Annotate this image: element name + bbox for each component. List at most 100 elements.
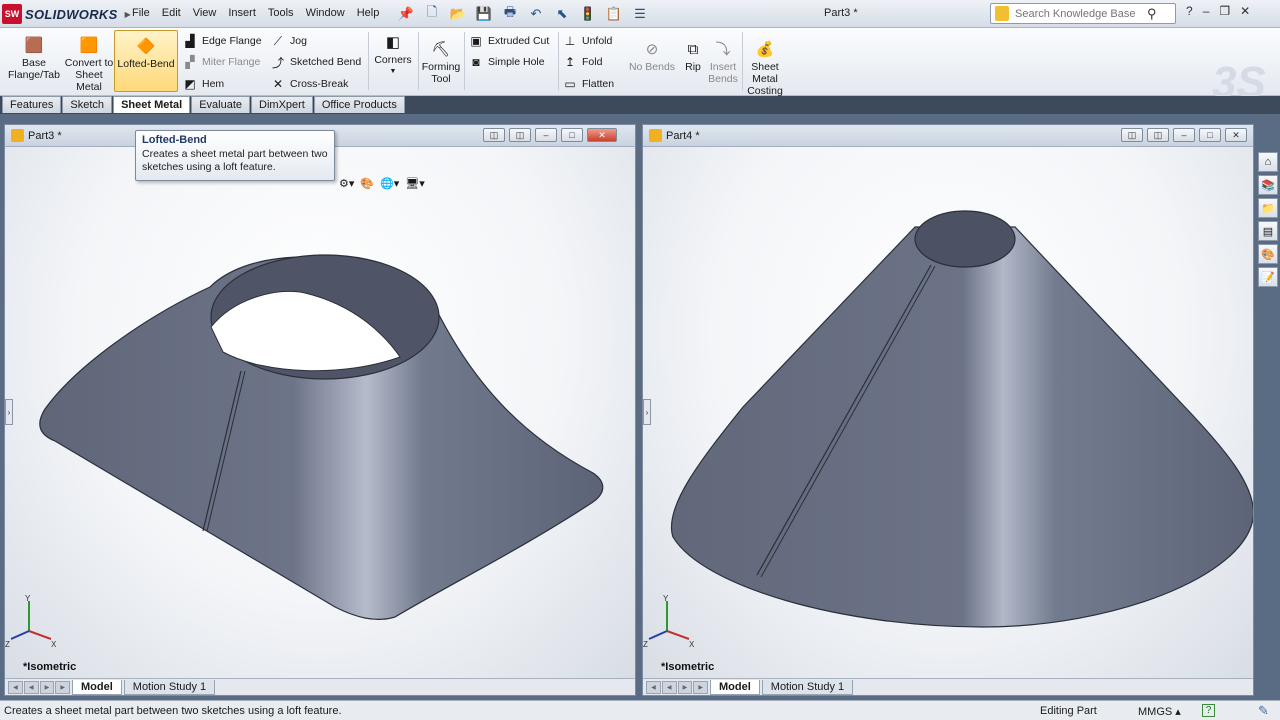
- home-icon[interactable]: ⌂: [1258, 152, 1278, 172]
- file-properties-icon[interactable]: 📋: [604, 4, 624, 24]
- file-explorer-icon[interactable]: 📁: [1258, 198, 1278, 218]
- print-icon[interactable]: 🖶: [500, 4, 520, 24]
- svg-text:Z: Z: [5, 640, 10, 649]
- tab-navigation[interactable]: ◀ ◀ ▶ ▶: [646, 680, 708, 694]
- panel-handle-icon[interactable]: ›: [643, 399, 651, 425]
- tile-left-icon[interactable]: ◫: [483, 128, 505, 142]
- insert-bends-button[interactable]: ⤵ Insert Bends: [706, 40, 740, 85]
- status-tool-icon[interactable]: ✎: [1258, 703, 1269, 719]
- graphics-area[interactable]: Y X Z *Isometric: [643, 147, 1253, 679]
- simple-hole-button[interactable]: ◙ Simple Hole: [468, 54, 544, 70]
- traffic-light-icon[interactable]: 🚦: [578, 4, 598, 24]
- sketched-bend-button[interactable]: ⤴ Sketched Bend: [270, 54, 361, 70]
- rip-button[interactable]: ⧉ Rip: [680, 40, 706, 73]
- scene-icon[interactable]: 🌐▾: [380, 177, 399, 190]
- insert-bends-icon: ⤵: [715, 41, 731, 58]
- menu-edit[interactable]: Edit: [156, 5, 187, 21]
- menu-window[interactable]: Window: [300, 5, 351, 21]
- lofted-bend-button[interactable]: 🔶 Lofted-Bend: [114, 30, 178, 92]
- fold-button[interactable]: ↥ Fold: [562, 54, 602, 70]
- no-bends-button[interactable]: ⊘ No Bends: [628, 40, 676, 73]
- viewport-part3[interactable]: Part3 * ◫ ◫ – □ ✕ ⚙▾ 🎨 🌐▾ 🖥▾ Y X Z *Isom…: [4, 124, 636, 696]
- cone-top-opening: [914, 210, 1016, 268]
- hem-button[interactable]: ◩ Hem: [182, 76, 224, 92]
- pin-icon[interactable]: 📌: [396, 4, 416, 24]
- viewport-controls: ◫ ◫ – □ ✕: [483, 128, 617, 142]
- tab-office-products[interactable]: Office Products: [313, 96, 405, 113]
- tile-right-icon[interactable]: ◫: [1147, 128, 1169, 142]
- tab-sheet-metal[interactable]: Sheet Metal: [113, 96, 191, 113]
- forming-tool-button[interactable]: ⛏ Forming Tool: [420, 40, 462, 85]
- menu-view[interactable]: View: [187, 5, 223, 21]
- tab-model[interactable]: Model: [72, 679, 122, 695]
- view-palette-icon[interactable]: ▤: [1258, 221, 1278, 241]
- search-input[interactable]: [1015, 7, 1145, 20]
- minimize-icon[interactable]: –: [1203, 4, 1210, 18]
- jog-button[interactable]: ⟋ Jog: [270, 33, 307, 49]
- sheet-metal-costing-button[interactable]: 💰 Sheet Metal Costing: [746, 40, 784, 97]
- tile-right-icon[interactable]: ◫: [509, 128, 531, 142]
- close-icon[interactable]: ✕: [587, 128, 617, 142]
- view-settings-icon[interactable]: ⚙▾: [339, 177, 354, 190]
- edge-flange-icon: ▟: [185, 34, 195, 48]
- units-selector[interactable]: MMGS ▴: [1138, 705, 1181, 718]
- window-controls: ? – ❐ ✕: [1186, 4, 1250, 18]
- jog-icon: ⟋: [273, 33, 283, 48]
- tab-motion-study[interactable]: Motion Study 1: [123, 679, 216, 695]
- flatten-button[interactable]: ▭ Flatten: [562, 76, 614, 92]
- unfold-button[interactable]: ⊥ Unfold: [562, 33, 613, 49]
- base-flange-button[interactable]: 🟫 Base Flange/Tab: [6, 36, 62, 81]
- insert-bends-label: Insert Bends: [708, 61, 738, 85]
- menu-file[interactable]: File: [126, 5, 156, 21]
- design-library-icon[interactable]: 📚: [1258, 175, 1278, 195]
- menu-help[interactable]: Help: [351, 5, 386, 21]
- menu-insert[interactable]: Insert: [222, 5, 262, 21]
- quick-help-icon[interactable]: ?: [1202, 704, 1215, 717]
- undo-icon[interactable]: ↶: [526, 4, 546, 24]
- panel-handle-icon[interactable]: ›: [5, 399, 13, 425]
- minimize-icon[interactable]: –: [1173, 128, 1195, 142]
- maximize-icon[interactable]: □: [1199, 128, 1221, 142]
- corners-button[interactable]: ◧ Corners ▼: [372, 33, 414, 78]
- solidworks-logo[interactable]: SW SOLIDWORKS ▶: [2, 3, 131, 25]
- restore-icon[interactable]: ❐: [1219, 4, 1230, 18]
- tab-evaluate[interactable]: Evaluate: [191, 96, 251, 113]
- miter-flange-label: Miter Flange: [202, 56, 261, 68]
- select-icon[interactable]: ⬉: [552, 4, 572, 24]
- menu-bar: File Edit View Insert Tools Window Help: [126, 5, 385, 21]
- tab-dimxpert[interactable]: DimXpert: [251, 96, 313, 113]
- cross-break-button[interactable]: ✕ Cross-Break: [270, 76, 348, 92]
- appearance-icon[interactable]: 🎨: [360, 177, 374, 190]
- extruded-cut-icon: ▣: [470, 34, 482, 48]
- open-icon[interactable]: 📂: [448, 4, 468, 24]
- options-icon[interactable]: ☰: [630, 4, 650, 24]
- tab-model[interactable]: Model: [710, 679, 760, 695]
- new-document-icon[interactable]: 🗋: [422, 4, 442, 24]
- maximize-icon[interactable]: □: [561, 128, 583, 142]
- edge-flange-button[interactable]: ▟ Edge Flange: [182, 33, 261, 49]
- extruded-cut-button[interactable]: ▣ Extruded Cut: [468, 33, 549, 49]
- search-icon[interactable]: ⚲: [1147, 6, 1157, 22]
- tab-navigation[interactable]: ◀ ◀ ▶ ▶: [8, 680, 70, 694]
- help-icon[interactable]: ?: [1186, 4, 1193, 18]
- miter-flange-button[interactable]: ▞ Miter Flange: [182, 54, 260, 70]
- appearances-icon[interactable]: 🎨: [1258, 244, 1278, 264]
- display-icon[interactable]: 🖥▾: [405, 177, 425, 190]
- tab-features[interactable]: Features: [2, 96, 62, 113]
- save-icon[interactable]: 💾: [474, 4, 494, 24]
- minimize-icon[interactable]: –: [535, 128, 557, 142]
- graphics-area[interactable]: ⚙▾ 🎨 🌐▾ 🖥▾ Y X Z *Isometric: [5, 147, 635, 679]
- tab-motion-study[interactable]: Motion Study 1: [761, 679, 854, 695]
- close-icon[interactable]: ✕: [1240, 4, 1250, 18]
- tab-sketch[interactable]: Sketch: [62, 96, 113, 113]
- convert-sheet-metal-button[interactable]: 🟧 Convert to Sheet Metal: [64, 36, 114, 93]
- ribbon-separator: [742, 32, 743, 90]
- tile-left-icon[interactable]: ◫: [1121, 128, 1143, 142]
- corners-dropdown-icon[interactable]: ▼: [390, 66, 397, 78]
- custom-properties-icon[interactable]: 📝: [1258, 267, 1278, 287]
- search-box[interactable]: ⚲: [990, 3, 1176, 24]
- close-icon[interactable]: ✕: [1225, 128, 1247, 142]
- viewport-part4[interactable]: Part4 * ◫ ◫ – □ ✕ Y X Z *Isometric › ◀ ◀…: [642, 124, 1254, 696]
- fold-label: Fold: [582, 56, 603, 68]
- menu-tools[interactable]: Tools: [262, 5, 300, 21]
